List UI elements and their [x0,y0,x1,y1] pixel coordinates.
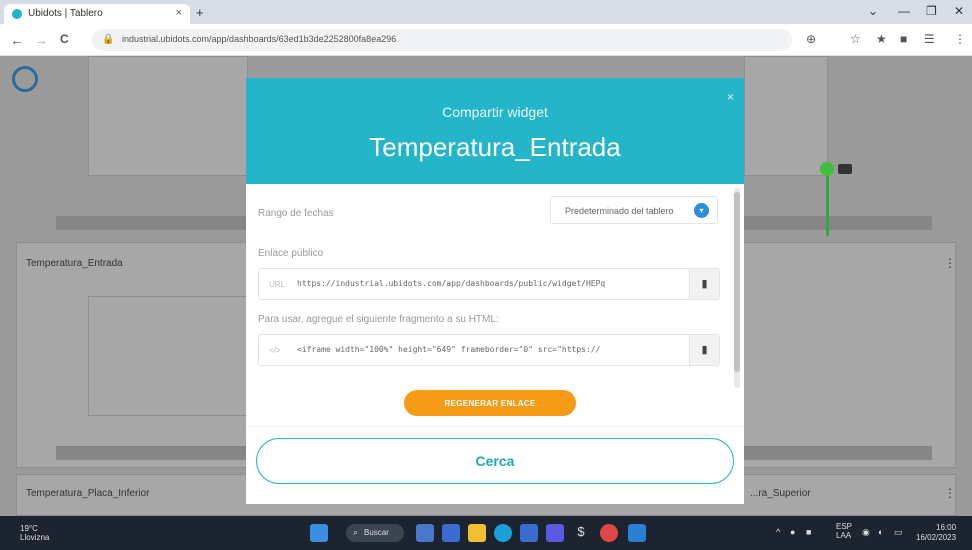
store-icon[interactable] [520,524,538,542]
browser-tab-bar: Ubidots | Tablero × + ⌄ — ❐ ✕ [0,0,972,24]
gauge-bar [56,216,246,230]
back-button[interactable]: ← [10,32,24,48]
file-explorer-icon[interactable] [468,524,486,542]
weather-temp: 19°C [20,524,38,533]
weather-desc: Llovizna [20,533,50,542]
close-button[interactable]: Cerca [256,438,734,484]
battery-icon[interactable]: ▭ [894,527,903,538]
date-range-select[interactable]: Predeterminado del tablero ▾ [550,196,718,224]
app-icon[interactable] [628,524,646,542]
date-range-value: Predeterminado del tablero [565,206,674,216]
tray-chevron-icon[interactable]: ^ [776,527,780,537]
chrome-browser-icon[interactable] [600,524,618,542]
chart-marker-line [826,166,829,236]
browser-menu-icon[interactable]: ⋮ [954,32,966,46]
modal-title: Temperatura_Entrada [369,132,621,162]
close-icon[interactable]: × [727,90,734,104]
app-icon[interactable] [546,524,564,542]
forward-button[interactable]: → [34,32,48,48]
taskbar-search-label: Buscar [364,528,389,537]
chart-marker-tag [838,164,852,174]
weather-widget[interactable]: 19°C Llovizna [20,524,49,542]
public-link-field[interactable]: URL https://industrial.ubidots.com/app/d… [258,268,720,300]
panel-title: Temperatura_Placa_Inferior [26,488,150,499]
new-tab-button[interactable]: + [196,5,204,20]
embed-code-value[interactable]: <iframe width="100%" height="649" frameb… [297,345,687,354]
language-sub: LAA [836,531,852,540]
bookmark-star-icon[interactable]: ☆ [850,32,861,46]
ubidots-favicon-icon [12,9,22,19]
gauge-bar [744,216,932,230]
volume-icon[interactable]: ◐ [878,527,883,537]
extension-icon[interactable]: ■ [900,32,907,46]
share-widget-modal: Compartir widget Temperatura_Entrada × R… [246,78,744,504]
public-link-value[interactable]: https://industrial.ubidots.com/app/dashb… [297,279,687,288]
widget-panel [744,56,828,176]
language-code: ESP [836,522,853,531]
modal-scrollbar[interactable] [734,188,740,388]
embed-label: Para usar, agregue el siguiente fragment… [258,314,499,325]
address-url: industrial.ubidots.com/app/dashboards/63… [122,34,397,44]
panel-menu-icon[interactable]: ⋮ [944,486,956,500]
clock-time: 16:00 [936,523,957,532]
maximize-button[interactable]: ❐ [926,4,937,18]
embed-code-field[interactable]: </> <iframe width="100%" height="649" fr… [258,334,720,366]
profile-icon[interactable]: ☰ [924,32,935,46]
browser-toolbar: ← → C 🔒 industrial.ubidots.com/app/dashb… [0,24,972,56]
extension-icon[interactable]: ⊕ [806,32,816,46]
tab-title: Ubidots | Tablero [28,8,103,19]
minimize-button[interactable]: — [898,4,910,18]
taskbar-search[interactable]: ⌕ Buscar [346,524,404,542]
ubidots-logo [12,66,38,92]
gauge-bar [744,446,932,460]
scrollbar-thumb[interactable] [734,192,740,372]
address-bar[interactable]: 🔒 industrial.ubidots.com/app/dashboards/… [92,29,792,51]
tab-close-icon[interactable]: × [176,7,182,19]
extension-icon[interactable]: ★ [876,32,887,46]
tab-search-icon[interactable]: ⌄ [868,4,878,18]
tray-app-icon[interactable]: ● [790,527,795,537]
modal-body: Rango de fechas Predeterminado del table… [246,184,744,504]
public-link-label: Enlace público [258,248,324,259]
link-icon: URL [269,280,286,289]
copy-link-button[interactable]: ▮ [689,269,719,299]
close-window-button[interactable]: ✕ [954,4,964,18]
panel-title: Temperatura_Entrada [26,258,123,269]
app-icon[interactable]: $ [572,524,590,542]
windows-start-icon[interactable] [310,524,328,542]
code-icon: </> [269,346,281,355]
modal-header: Compartir widget Temperatura_Entrada × [246,78,744,184]
tray-app-icon[interactable]: ■ [806,527,811,537]
search-icon: ⌕ [353,527,359,537]
date-range-label: Rango de fechas [258,208,334,219]
task-view-icon[interactable] [416,524,434,542]
clock-date: 16/02/2023 [916,533,957,542]
widget-panel [88,56,248,176]
wifi-icon[interactable]: ◉ [862,527,870,538]
chevron-down-icon: ▾ [694,203,709,218]
modal-subtitle: Compartir widget [442,104,548,120]
chart-marker-dot [820,162,834,176]
copy-embed-button[interactable]: ▮ [689,335,719,365]
language-indicator[interactable]: ESP LAA [836,522,852,540]
lock-icon: 🔒 [102,34,115,45]
panel-title: ...ra_Superior [750,488,811,499]
windows-taskbar: 19°C Llovizna ⌕ Buscar $ ^ ● ■ ESP LAA ◉… [0,516,972,550]
modal-divider [246,426,744,427]
reload-button[interactable]: C [60,32,69,46]
panel-menu-icon[interactable]: ⋮ [944,256,956,270]
regenerate-link-button[interactable]: REGENERAR ENLACE [404,390,576,416]
browser-tab[interactable]: Ubidots | Tablero × [4,4,190,24]
edge-browser-icon[interactable] [494,524,512,542]
gauge-bar [56,446,246,460]
widget-panel [88,296,248,416]
chat-icon[interactable] [442,524,460,542]
system-clock[interactable]: 16:00 16/02/2023 [916,523,956,543]
